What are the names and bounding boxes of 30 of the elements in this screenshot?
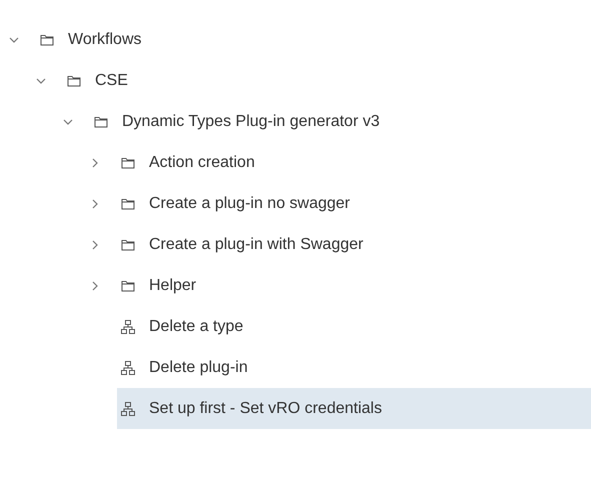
tree-item[interactable]: Action creation (117, 142, 591, 183)
folder-icon (94, 116, 108, 128)
folder-icon (67, 74, 81, 86)
folder-icon (121, 280, 135, 292)
tree-item-label: Delete plug-in (149, 358, 248, 378)
tree-item[interactable]: Set up first - Set vRO credentials (117, 388, 591, 429)
workflow-icon (121, 320, 135, 334)
tree-item[interactable]: Dynamic Types Plug-in generator v3 (90, 101, 591, 142)
tree-item-label: Dynamic Types Plug-in generator v3 (122, 112, 380, 132)
tree-item-label: Delete a type (149, 316, 244, 336)
tree-item[interactable]: Delete plug-in (117, 347, 591, 388)
tree-item-label: Workflows (68, 30, 142, 50)
tree-item-label: Set up first - Set vRO credentials (149, 398, 382, 418)
tree-item[interactable]: Delete a type (117, 306, 591, 347)
tree-item[interactable]: CSE (63, 60, 591, 101)
tree-item-label: Create a plug-in no swagger (149, 194, 350, 214)
folder-icon (121, 238, 135, 250)
folder-icon (121, 156, 135, 168)
folder-icon (121, 198, 135, 210)
tree-item[interactable]: Helper (117, 265, 591, 306)
folder-icon (40, 34, 54, 46)
workflow-icon (121, 402, 135, 416)
workflow-icon (121, 360, 135, 374)
tree-item[interactable]: Create a plug-in with Swagger (117, 224, 591, 265)
tree-item-label: Create a plug-in with Swagger (149, 234, 364, 254)
tree-item[interactable]: Workflows (36, 19, 591, 60)
tree-item[interactable]: Create a plug-in no swagger (117, 183, 591, 224)
tree-item-label: CSE (95, 70, 128, 90)
tree-item-label: Helper (149, 276, 196, 296)
tree-item-label: Action creation (149, 152, 255, 172)
